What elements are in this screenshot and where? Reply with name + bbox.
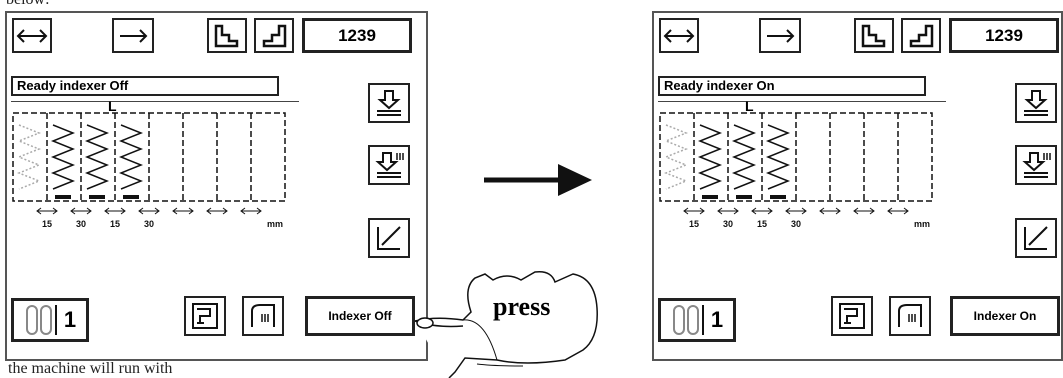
machine-icon <box>839 303 865 329</box>
counter-display: 1239 <box>949 18 1059 53</box>
bobbin-icon <box>672 305 704 335</box>
presser-triple-icon <box>1022 152 1051 178</box>
unit-label: mm <box>267 219 283 229</box>
thread-button[interactable] <box>889 296 931 336</box>
machine-button[interactable] <box>184 296 226 336</box>
presser-triple-button[interactable] <box>368 145 410 185</box>
diagonal-button[interactable] <box>1015 218 1057 258</box>
indexer-toggle-button[interactable]: Indexer Off <box>305 296 415 336</box>
active-zigzags <box>697 124 791 190</box>
counter-display: 1239 <box>302 18 412 53</box>
presser-down-button[interactable] <box>368 83 410 123</box>
control-panel-indexer-off: 1239 Ready indexer Off L 15 30 15 30 mm … <box>5 11 428 361</box>
bobbin-count: 1 <box>710 307 724 332</box>
spacing-label: 15 <box>110 219 120 229</box>
spacing-label: 30 <box>791 219 801 229</box>
diagonal-button[interactable] <box>368 218 410 258</box>
step-left-button[interactable] <box>207 18 247 53</box>
left-right-arrow-icon <box>16 28 48 43</box>
press-callout: press <box>493 292 551 321</box>
presser-down-icon <box>377 90 401 116</box>
page-text-bottom: the machine will run with <box>8 360 173 377</box>
control-panel-indexer-on: 1239 Ready indexer On L 15 30 15 30 mm 1… <box>652 11 1063 361</box>
stitch-pattern-strip: 15 30 15 30 mm <box>12 112 286 229</box>
diagonal-icon <box>1024 226 1048 250</box>
spacing-label: 30 <box>76 219 86 229</box>
machine-button[interactable] <box>831 296 873 336</box>
diagonal-icon <box>377 226 401 250</box>
step-left-icon <box>214 24 239 47</box>
thread-icon <box>898 304 922 327</box>
step-right-button[interactable] <box>254 18 294 53</box>
spacing-arrows <box>36 207 262 215</box>
needle-feet <box>702 195 786 199</box>
step-right-icon <box>909 24 934 47</box>
presser-triple-icon <box>375 152 404 178</box>
unit-label: mm <box>914 219 930 229</box>
status-field: Ready indexer On <box>658 76 926 96</box>
step-right-icon <box>262 24 287 47</box>
separator-line <box>658 101 946 102</box>
machine-icon <box>192 303 218 329</box>
inactive-zigzag <box>663 124 689 190</box>
indexer-label: Indexer Off <box>328 309 392 323</box>
page-text-top: below: <box>6 0 50 9</box>
right-arrow-icon <box>767 28 795 43</box>
status-field: Ready indexer Off <box>11 76 279 96</box>
step-left-button[interactable] <box>854 18 894 53</box>
spacing-label: 15 <box>757 219 767 229</box>
active-zigzags <box>50 124 144 190</box>
spacing-label: 30 <box>144 219 154 229</box>
presser-triple-button[interactable] <box>1015 145 1057 185</box>
separator-line <box>11 101 299 102</box>
right-arrow-icon <box>120 28 148 43</box>
spacing-label: 15 <box>689 219 699 229</box>
left-right-arrow-icon <box>663 28 695 43</box>
bobbin-counter[interactable]: 1 <box>658 298 736 342</box>
presser-down-button[interactable] <box>1015 83 1057 123</box>
forward-button[interactable] <box>759 18 801 53</box>
needle-feet <box>55 195 139 199</box>
thread-button[interactable] <box>242 296 284 336</box>
counter-value: 1239 <box>338 25 376 45</box>
spacing-label: 30 <box>723 219 733 229</box>
bobbin-icon <box>25 305 57 335</box>
thread-icon <box>251 304 275 327</box>
presser-down-icon <box>1024 90 1048 116</box>
forward-button[interactable] <box>112 18 154 53</box>
bobbin-counter[interactable]: 1 <box>11 298 89 342</box>
step-left-icon <box>861 24 886 47</box>
indexer-label: Indexer On <box>973 309 1037 323</box>
bidirectional-button[interactable] <box>12 18 52 53</box>
inactive-zigzag <box>16 124 42 190</box>
stitch-pattern-strip: 15 30 15 30 mm <box>659 112 933 229</box>
spacing-label: 15 <box>42 219 52 229</box>
indexer-toggle-button[interactable]: Indexer On <box>950 296 1060 336</box>
counter-value: 1239 <box>985 25 1023 45</box>
bidirectional-button[interactable] <box>659 18 699 53</box>
step-right-button[interactable] <box>901 18 941 53</box>
spacing-arrows <box>683 207 909 215</box>
transition-arrow-icon <box>484 164 592 196</box>
hand-pointer-icon <box>414 270 598 378</box>
bobbin-count: 1 <box>63 307 77 332</box>
